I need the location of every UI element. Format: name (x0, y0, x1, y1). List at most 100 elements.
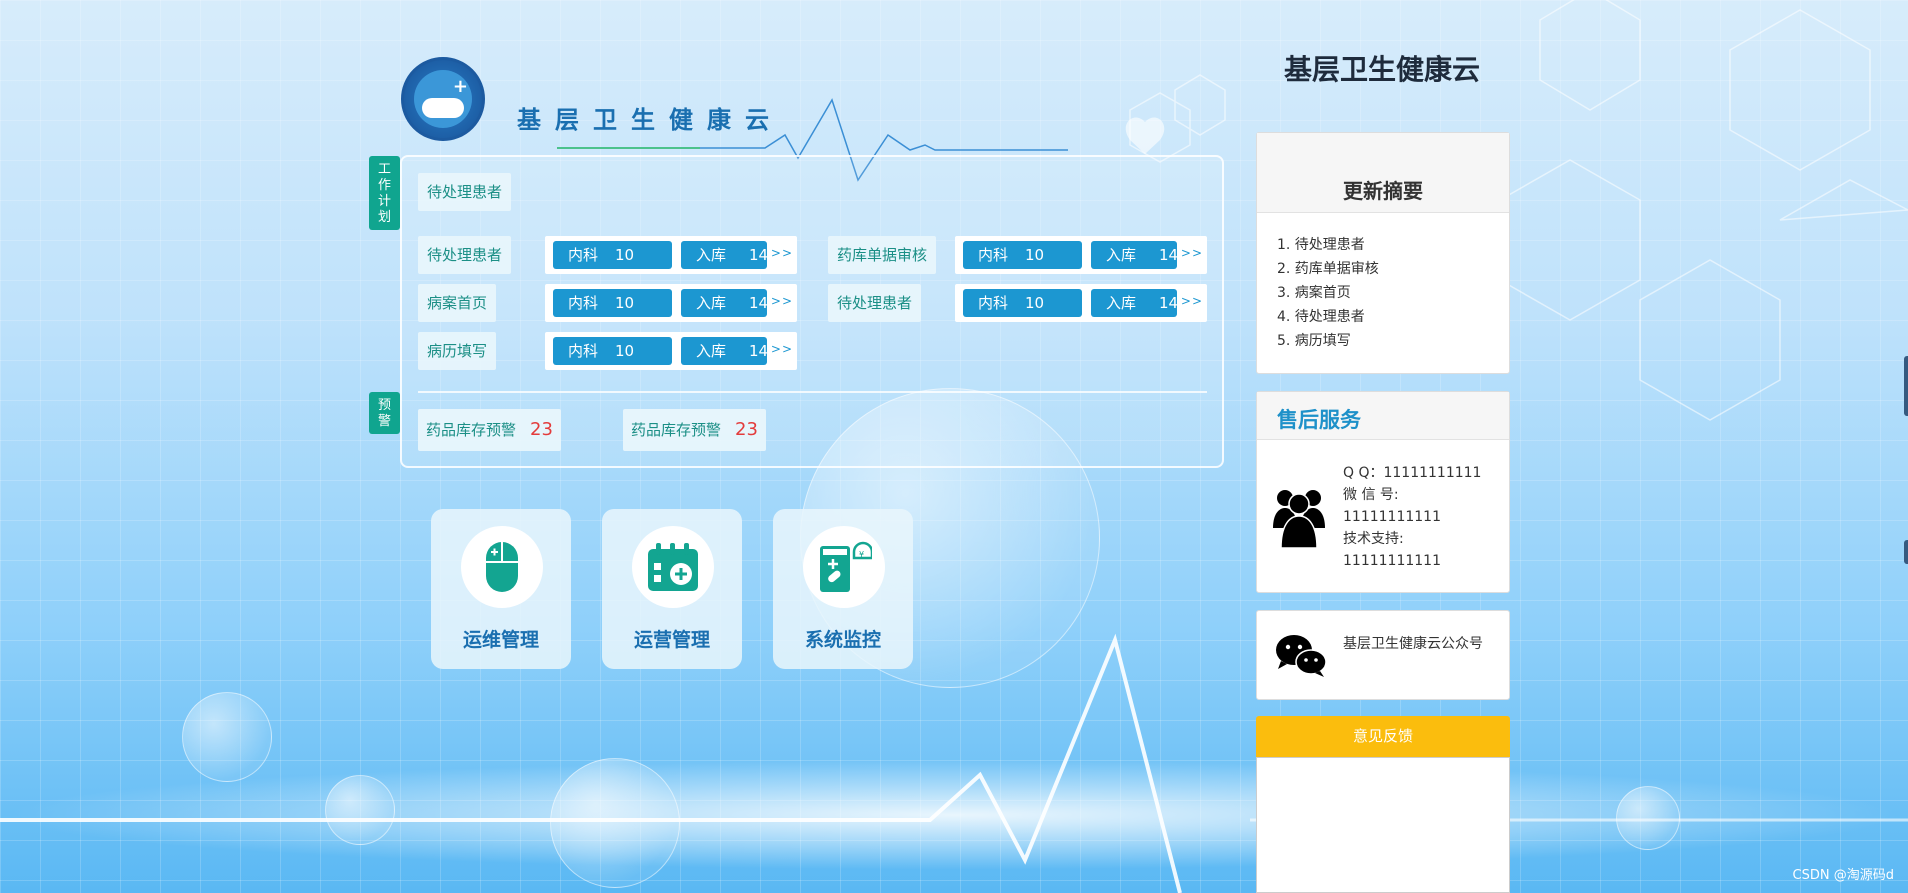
list-item[interactable]: 4. 待处理患者 (1277, 305, 1509, 329)
support-label: 技术支持: (1343, 531, 1404, 547)
pill-label: 入库 (696, 342, 727, 360)
more-link[interactable]: >> (1181, 294, 1203, 308)
more-link[interactable]: >> (771, 246, 793, 260)
department-pill[interactable]: 内科 10 (963, 289, 1082, 317)
stock-warning-chip[interactable]: 药品库存预警 23 (418, 409, 561, 451)
tile-system-monitoring[interactable]: ¥ 系统监控 (773, 509, 913, 669)
task-label[interactable]: 病历填写 (418, 332, 497, 370)
pill-value: 14 (1159, 246, 1179, 264)
tile-icon-circle: ¥ (803, 526, 885, 608)
pill-value: 10 (615, 246, 635, 264)
users-group-icon (1273, 490, 1325, 548)
pill-value: 10 (615, 342, 635, 360)
wechat-account-name: 基层卫生健康云公众号 (1343, 636, 1483, 652)
feedback-card: 意见反馈 (1256, 716, 1510, 893)
wechat-account-card: 基层卫生健康云公众号 (1256, 610, 1510, 700)
sidebar-title: 基层卫生健康云 (1283, 53, 1480, 86)
task-stats: 内科 10 入库 14 >> (955, 236, 1207, 274)
pill-value: 14 (749, 294, 769, 312)
task-stats: 内科 10 入库 14 >> (955, 284, 1207, 322)
mouse-plus-icon (486, 542, 518, 592)
edge-tab[interactable] (1904, 540, 1908, 564)
pill-label: 内科 (978, 294, 1009, 312)
support-number: 11111111111 (1343, 553, 1441, 569)
top-pending-chip[interactable]: 待处理患者 (418, 173, 512, 211)
pill-value: 10 (615, 294, 635, 312)
task-stats: 内科 10 入库 14 >> (545, 284, 797, 322)
pill-value: 14 (749, 246, 769, 264)
department-pill[interactable]: 内科 10 (553, 241, 672, 269)
work-plan-tag-text: 工作计划 (377, 162, 391, 225)
department-pill[interactable]: 内科 10 (553, 289, 672, 317)
after-sales-card: 售后服务 Q Q：11111111111 微 信 号: 11111111111 … (1256, 391, 1510, 593)
stock-warning-chip[interactable]: 药品库存预警 23 (623, 409, 766, 451)
update-summary-heading: 更新摘要 (1257, 133, 1509, 213)
wechat-icon (1276, 635, 1327, 677)
tile-label: 运维管理 (462, 629, 539, 651)
tile-label: 系统监控 (804, 629, 881, 651)
wechat-label: 微 信 号: (1343, 487, 1399, 503)
tile-operations-management[interactable]: 运营管理 (602, 509, 742, 669)
update-summary-card: 更新摘要 1. 待处理患者 2. 药库单据审核 3. 病案首页 4. 待处理患者… (1256, 132, 1510, 374)
pill-label: 内科 (568, 246, 599, 264)
department-pill[interactable]: 内科 10 (963, 241, 1082, 269)
pill-label: 内科 (568, 342, 599, 360)
storage-pill[interactable]: 入库 14 (1091, 241, 1179, 269)
calendar-plus-icon (648, 543, 698, 591)
pill-label: 入库 (1106, 294, 1137, 312)
pill-label: 内科 (568, 294, 599, 312)
qq-number: Q Q：11111111111 (1343, 465, 1482, 481)
storage-pill[interactable]: 入库 14 (1091, 289, 1179, 317)
tile-operations-maintenance[interactable]: 运维管理 (431, 509, 571, 669)
task-stats: 内科 10 入库 14 >> (545, 332, 797, 370)
pill-value: 14 (1159, 294, 1179, 312)
pill-value: 10 (1025, 294, 1045, 312)
task-stats: 内科 10 入库 14 >> (545, 236, 797, 274)
warning-tag-text: 预警 (377, 398, 391, 429)
pill-value: 14 (749, 342, 769, 360)
tile-label: 运营管理 (633, 629, 710, 651)
pill-value: 10 (1025, 246, 1045, 264)
more-link[interactable]: >> (771, 294, 793, 308)
feedback-textarea[interactable] (1256, 757, 1510, 893)
medicine-box-icon: ¥ (820, 541, 872, 592)
task-label[interactable]: 待处理患者 (418, 236, 512, 274)
pill-label: 入库 (696, 294, 727, 312)
app-logo: + (401, 57, 485, 141)
panel-divider (418, 391, 1207, 393)
tile-icon-circle (632, 526, 714, 608)
warning-label: 药品库存预警 (631, 421, 722, 439)
contact-info: Q Q：11111111111 微 信 号: 11111111111 技术支持:… (1343, 462, 1481, 572)
task-label[interactable]: 病案首页 (418, 284, 497, 322)
work-plan-tag: 工作计划 (369, 156, 400, 230)
wechat-number: 11111111111 (1343, 509, 1441, 525)
list-item[interactable]: 3. 病案首页 (1277, 281, 1509, 305)
edge-tab[interactable] (1904, 356, 1908, 416)
after-sales-heading: 售后服务 (1257, 392, 1509, 440)
task-label[interactable]: 待处理患者 (828, 284, 922, 322)
storage-pill[interactable]: 入库 14 (681, 337, 769, 365)
warning-count: 23 (530, 419, 553, 440)
more-link[interactable]: >> (771, 342, 793, 356)
svg-text:¥: ¥ (859, 550, 864, 559)
list-item[interactable]: 5. 病历填写 (1277, 329, 1509, 353)
warning-tag: 预警 (369, 392, 400, 434)
pill-label: 入库 (696, 246, 727, 264)
feedback-heading: 意见反馈 (1256, 716, 1510, 757)
task-label[interactable]: 药库单据审核 (828, 236, 937, 274)
update-summary-list: 1. 待处理患者 2. 药库单据审核 3. 病案首页 4. 待处理患者 5. 病… (1257, 213, 1509, 353)
watermark-credit: CSDN @淘源码d (1792, 868, 1894, 883)
warning-count: 23 (735, 419, 758, 440)
app-title: 基层卫生健康云 (517, 106, 783, 134)
warning-label: 药品库存预警 (426, 421, 517, 439)
storage-pill[interactable]: 入库 14 (681, 289, 769, 317)
more-link[interactable]: >> (1181, 246, 1203, 260)
storage-pill[interactable]: 入库 14 (681, 241, 769, 269)
list-item[interactable]: 1. 待处理患者 (1277, 233, 1509, 257)
list-item[interactable]: 2. 药库单据审核 (1277, 257, 1509, 281)
background-glow (0, 760, 1908, 870)
pill-label: 入库 (1106, 246, 1137, 264)
department-pill[interactable]: 内科 10 (553, 337, 672, 365)
pill-label: 内科 (978, 246, 1009, 264)
tile-icon-circle (461, 526, 543, 608)
